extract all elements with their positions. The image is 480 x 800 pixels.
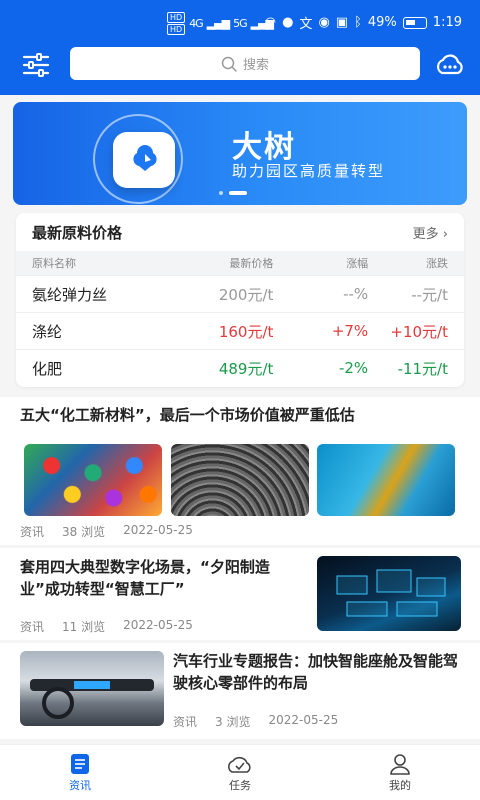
news-views: 11 浏览 bbox=[62, 620, 106, 634]
status-bar: HD HD 4G ▂▄▆ 5G ▂▄▆ ◠ ● 文 ◉ ▣ ᛒ 49% 1:19 bbox=[0, 0, 480, 44]
task-icon bbox=[228, 756, 251, 773]
tab-profile[interactable]: 我的 bbox=[320, 745, 480, 800]
news-date: 2022-05-25 bbox=[268, 713, 339, 727]
news-date: 2022-05-25 bbox=[123, 618, 193, 632]
chat-icon: ● bbox=[282, 15, 294, 30]
nfc-icon: ▣ bbox=[335, 15, 349, 30]
translate-icon: 文 bbox=[299, 17, 313, 32]
more-link[interactable]: 更多 › bbox=[413, 223, 448, 242]
news-type: 资讯 bbox=[20, 525, 45, 539]
battery-icon bbox=[402, 16, 427, 29]
tree-logo-icon bbox=[133, 145, 157, 171]
tab-label: 资讯 bbox=[69, 778, 91, 792]
news-title: 套用四大典型数字化场景，“夕阳制造业”成功转型“智慧工厂” bbox=[20, 558, 270, 598]
material-change: +10元/t bbox=[390, 322, 448, 341]
search-placeholder: 搜索 bbox=[242, 58, 269, 73]
smart-factory-image bbox=[317, 556, 461, 631]
news-title: 汽车行业专题报告：加快智能座舱及智能驾驶核心零部件的布局 bbox=[173, 652, 459, 692]
banner-subtitle: 助力园区高质量转型 bbox=[232, 162, 386, 180]
plastic-pellets-image bbox=[24, 444, 162, 516]
col-price: 最新价格 bbox=[229, 257, 274, 270]
top-toolbar: 搜索 bbox=[0, 47, 480, 83]
material-price: 160元/t bbox=[218, 322, 274, 341]
news-date: 2022-05-25 bbox=[123, 523, 193, 537]
status-left: HD HD 4G ▂▄▆ 5G ▂▄▆ bbox=[167, 12, 274, 35]
news-type: 资讯 bbox=[173, 715, 198, 729]
news-meta: 资讯 3 浏览 2022-05-25 bbox=[173, 713, 338, 730]
signal-bars-icon: ▂▄▆ bbox=[206, 17, 230, 30]
material-pct: --% bbox=[343, 285, 369, 303]
price-card-title: 最新原料价格 bbox=[32, 223, 123, 242]
cloud-chat-icon bbox=[436, 54, 463, 75]
news-title: 五大“化工新材料”，最后一个市场价值被严重低估 bbox=[20, 406, 355, 424]
car-cockpit-image bbox=[20, 651, 164, 726]
material-pct: -2% bbox=[338, 359, 369, 377]
news-views: 3 浏览 bbox=[215, 715, 251, 729]
news-icon bbox=[71, 753, 89, 774]
banner-app-logo bbox=[113, 132, 175, 188]
hd-badges: HD HD bbox=[167, 12, 186, 35]
banner-dot-1[interactable] bbox=[219, 191, 223, 195]
clock-time: 1:19 bbox=[432, 15, 462, 30]
bottom-tab-bar: 资讯 任务 我的 bbox=[0, 744, 480, 800]
material-price: 200元/t bbox=[218, 285, 274, 304]
raw-material-price-card: 最新原料价格 更多 › 原料名称 最新价格 涨幅 涨跌 氨纶弹力丝 200元/t… bbox=[16, 213, 464, 387]
status-right: ◠ ● 文 ◉ ▣ ᛒ 49% 1:19 bbox=[265, 13, 462, 32]
news-item-1[interactable]: 五大“化工新材料”，最后一个市场价值被严重低估 资讯 38 浏览 2022-05… bbox=[0, 397, 480, 545]
news-type: 资讯 bbox=[20, 620, 45, 634]
search-icon bbox=[221, 56, 237, 72]
profile-icon bbox=[390, 753, 410, 775]
price-row[interactable]: 化肥 489元/t -2% -11元/t bbox=[16, 349, 464, 386]
app-header: HD HD 4G ▂▄▆ 5G ▂▄▆ ◠ ● 文 ◉ ▣ ᛒ 49% 1:19 bbox=[0, 0, 480, 95]
signal-5g-label: 5G bbox=[233, 17, 247, 30]
fiber-optic-image bbox=[317, 444, 455, 516]
filter-sliders-icon bbox=[22, 53, 50, 77]
material-change: -11元/t bbox=[397, 359, 448, 378]
filter-button[interactable] bbox=[22, 51, 50, 79]
eye-icon: ◉ bbox=[318, 15, 330, 30]
material-price: 489元/t bbox=[218, 359, 274, 378]
price-card-header: 最新原料价格 更多 › bbox=[16, 213, 464, 251]
tab-label: 任务 bbox=[229, 778, 251, 792]
bluetooth-icon: ᛒ bbox=[354, 15, 362, 30]
tab-tasks[interactable]: 任务 bbox=[160, 745, 320, 800]
news-meta: 资讯 11 浏览 2022-05-25 bbox=[20, 618, 193, 635]
col-change: 涨跌 bbox=[426, 257, 448, 270]
battery-pct: 49% bbox=[367, 15, 397, 30]
col-name: 原料名称 bbox=[32, 257, 76, 270]
banner-dot-2[interactable] bbox=[229, 191, 247, 195]
signal-4g-label: 4G bbox=[189, 17, 203, 30]
tab-news[interactable]: 资讯 bbox=[0, 745, 160, 800]
price-row[interactable]: 氨纶弹力丝 200元/t --% --元/t bbox=[16, 275, 464, 312]
material-name: 涤纶 bbox=[32, 322, 63, 341]
news-item-2[interactable]: 套用四大典型数字化场景，“夕阳制造业”成功转型“智慧工厂” 资讯 11 浏览 2… bbox=[0, 548, 480, 640]
search-input[interactable]: 搜索 bbox=[70, 47, 420, 80]
col-pct: 涨幅 bbox=[346, 257, 369, 270]
price-table-header: 原料名称 最新价格 涨幅 涨跌 bbox=[16, 251, 464, 275]
chevron-right-icon: › bbox=[442, 226, 448, 242]
news-item-3[interactable]: 汽车行业专题报告：加快智能座舱及智能驾驶核心零部件的布局 资讯 3 浏览 202… bbox=[0, 643, 480, 739]
news-views: 38 浏览 bbox=[62, 525, 106, 539]
cockpit-graphic bbox=[30, 679, 154, 719]
price-row[interactable]: 涤纶 160元/t +7% +10元/t bbox=[16, 312, 464, 349]
material-pct: +7% bbox=[331, 322, 369, 340]
material-change: --元/t bbox=[411, 285, 448, 304]
material-name: 氨纶弹力丝 bbox=[32, 285, 108, 304]
hd-badge-1: HD bbox=[167, 12, 186, 23]
cloud-button[interactable] bbox=[434, 51, 466, 79]
tab-label: 我的 bbox=[389, 778, 411, 792]
news-meta: 资讯 38 浏览 2022-05-25 bbox=[20, 523, 193, 540]
more-link-label: 更多 bbox=[412, 226, 439, 242]
hd-badge-2: HD bbox=[167, 24, 186, 35]
factory-wireframe-graphic bbox=[336, 569, 446, 617]
steel-coil-image bbox=[171, 444, 309, 516]
material-name: 化肥 bbox=[32, 359, 63, 378]
wifi-icon: ◠ bbox=[264, 15, 277, 30]
banner-pagination bbox=[219, 191, 247, 195]
